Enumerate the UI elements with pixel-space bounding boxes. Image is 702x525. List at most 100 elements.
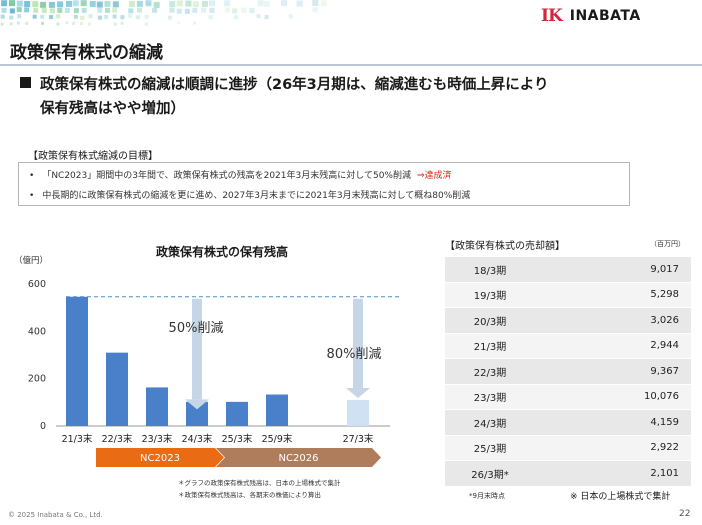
mosaic-tile <box>104 0 111 7</box>
x-tick-label: 25/3末 <box>222 433 253 445</box>
nc2023-period-band: NC2023 <box>96 448 224 467</box>
mosaic-tile <box>224 0 231 7</box>
sale-amount-cell: 10,076 <box>535 383 691 410</box>
company-logo: IK INABATA <box>541 6 641 26</box>
mosaic-tile <box>312 7 318 13</box>
mosaic-tile <box>105 7 111 13</box>
mosaic-tile <box>40 21 44 25</box>
chart-title: 政策保有株式の保有残高 <box>156 244 288 259</box>
sale-amount-cell: 9,367 <box>535 358 691 384</box>
mosaic-tile <box>9 0 16 7</box>
mosaic-tile <box>208 0 215 7</box>
mosaic-tile <box>89 0 96 7</box>
mosaic-tile <box>136 0 143 7</box>
x-tick-label: 24/3末 <box>182 433 213 445</box>
x-tick-label: 27/3末 <box>343 433 374 445</box>
mosaic-tile <box>72 0 79 7</box>
mosaic-tile <box>169 1 176 8</box>
sale-amount-cell: 2,944 <box>535 332 691 359</box>
logo-text: INABATA <box>569 8 641 24</box>
mosaic-tile <box>280 0 287 7</box>
annotation-50pct: 50%削減 <box>169 320 224 336</box>
mosaic-tile <box>256 14 261 19</box>
mosaic-tile <box>176 0 183 7</box>
headline-line-2: 保有残高はやや増加） <box>40 101 185 117</box>
mosaic-tile <box>80 15 85 20</box>
copyright: © 2025 Inabata & Co., Ltd. <box>8 511 103 519</box>
y-tick-label: 200 <box>28 374 46 385</box>
svg-text:NC2026: NC2026 <box>279 453 319 464</box>
mosaic-tile <box>24 0 31 7</box>
annotation-80pct: 80%削減 <box>327 346 382 362</box>
mosaic-tile <box>112 1 119 8</box>
goal-label: 【政策保有株式縮減の目標】 <box>28 151 158 162</box>
mosaic-tile <box>72 21 76 25</box>
mosaic-tile <box>128 14 133 19</box>
mosaic-tile <box>249 7 255 13</box>
period-cell: 18/3期 <box>445 256 535 282</box>
sale-amount-cell: 3,026 <box>535 307 691 333</box>
mosaic-tile <box>16 7 22 13</box>
mosaic-tile <box>64 7 70 13</box>
sales-table-title: 【政策保有株式の売却額】 <box>445 241 565 252</box>
bullet-icon: • <box>29 171 35 181</box>
mosaic-tile <box>25 21 29 25</box>
period-cell: 19/3期 <box>445 281 535 308</box>
table-row: 25/3期 2,922 <box>445 434 691 461</box>
mosaic-tile <box>241 7 247 13</box>
mosaic-tile <box>81 7 87 13</box>
sales-table-scope-note: ※ 日本の上場株式で集計 <box>570 492 671 502</box>
mosaic-tile <box>0 22 4 26</box>
mosaic-tile <box>80 0 87 7</box>
mosaic-tile <box>17 14 22 19</box>
header-mosaic-decoration <box>0 0 327 26</box>
y-tick-label: 400 <box>28 326 46 337</box>
chart-footnote-2: ＊政策保有株式残高は、各期末の株価により算出 <box>178 491 321 499</box>
mosaic-tile <box>192 7 198 13</box>
mosaic-tile <box>65 0 72 7</box>
mosaic-tile <box>136 15 141 20</box>
mosaic-tile <box>144 14 149 19</box>
chart-footnote-1: ＊グラフの政策保有株式残高は、日本の上場株式で集計 <box>178 479 341 487</box>
mosaic-tile <box>57 1 64 8</box>
mosaic-tile <box>32 14 37 19</box>
square-bullet-icon <box>20 77 31 88</box>
mosaic-tile <box>0 14 5 19</box>
mosaic-tile <box>97 15 102 20</box>
mosaic-tile <box>80 21 84 25</box>
target-bar <box>347 399 369 426</box>
page-number: 22 <box>679 509 691 519</box>
period-cell: 20/3期 <box>445 307 535 333</box>
mosaic-tile <box>9 22 13 26</box>
sales-table-note: *9月末時点 <box>469 492 505 500</box>
mosaic-tile <box>152 7 158 13</box>
mosaic-tile <box>184 8 190 14</box>
bullet-icon: • <box>29 191 35 201</box>
mosaic-tile <box>145 0 152 7</box>
goal-achieved-status: ⇒達成済 <box>416 171 452 181</box>
headline: 政策保有株式の縮減は順調に進捗（26年3月期は、縮減進むも時価上昇により 保有残… <box>20 73 548 121</box>
holding-bar <box>146 387 168 426</box>
mosaic-tile <box>177 21 181 25</box>
mosaic-tile <box>201 7 207 13</box>
mosaic-tile <box>233 15 238 20</box>
x-tick-label: 25/9末 <box>262 433 293 445</box>
headline-line-1: 政策保有株式の縮減は順調に進捗（26年3月期は、縮減進むも時価上昇により <box>40 77 549 93</box>
mosaic-tile <box>88 14 93 19</box>
x-tick-label: 21/3末 <box>62 433 93 445</box>
goal-item-1: • 「NC2023」期間中の3年間で、政策保有株式の残高を2021年3月末残高に対… <box>29 168 452 181</box>
mosaic-tile <box>73 14 78 19</box>
mosaic-tile <box>96 1 103 8</box>
mosaic-tile <box>257 0 264 7</box>
mosaic-tile <box>112 14 117 19</box>
title-divider <box>0 64 702 66</box>
goal-item-1-text: 「NC2023」期間中の3年間で、政策保有株式の残高を2021年3月末残高に対し… <box>42 171 411 181</box>
mosaic-tile <box>232 8 238 14</box>
holding-bar <box>226 401 248 426</box>
x-tick-label: 23/3末 <box>142 433 173 445</box>
mosaic-tile <box>144 22 148 26</box>
mosaic-tile <box>113 22 117 26</box>
mosaic-tile <box>193 21 197 25</box>
sale-amount-cell: 4,159 <box>535 409 691 435</box>
sale-amount-cell: 2,101 <box>535 460 691 486</box>
